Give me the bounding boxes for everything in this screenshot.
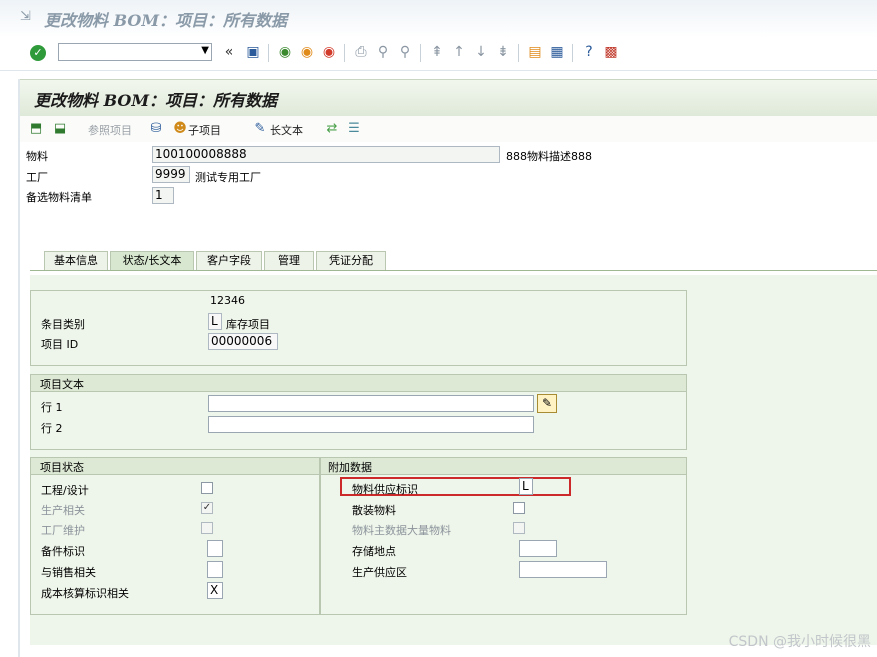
plant-maintenance-label: 工厂维护 [41,524,85,537]
item-info-group [30,290,687,366]
additional-data-title: 附加数据 [328,461,372,474]
tab-administration[interactable]: 管理 [264,251,314,270]
costing-relevant-label: 成本核算标识相关 [41,587,129,600]
new-session-icon[interactable]: ▤ [526,44,544,60]
item-number: 12346 [210,294,245,307]
previous-item-icon[interactable]: ⬒ [28,121,44,137]
first-page-icon[interactable]: ⇞ [428,44,446,60]
plant-field[interactable]: 9999 [152,166,190,183]
title-bar: ⇲ 更改物料 BOM：项目：所有数据 [0,0,877,38]
structure-icon[interactable]: ☰ [346,121,362,137]
storage-location-label: 存储地点 [352,545,396,558]
plant-description: 测试专用工厂 [195,171,261,184]
material-label: 物料 [26,150,48,163]
line-2-label: 行 2 [41,422,63,435]
supply-area-label: 生产供应区 [352,566,407,579]
sub-item-button[interactable]: 子项目 [188,122,221,138]
bulk-material-checkbox[interactable] [513,502,525,514]
toolbar-separator [268,44,269,62]
toolbar-separator [518,44,519,62]
engineering-checkbox[interactable] [201,482,213,494]
layout-icon[interactable]: ▩ [602,44,620,60]
bulk-master-checkbox [513,522,525,534]
spare-part-label: 备件标识 [41,545,85,558]
find-icon[interactable]: ⚲ [374,44,392,60]
material-description: 888物料描述888 [506,150,592,163]
enter-icon[interactable]: ✓ [30,45,46,61]
spare-part-field[interactable] [207,540,223,557]
group-header [321,458,686,475]
menu-exit-icon[interactable]: ⇲ [20,10,34,24]
engineering-label: 工程/设计 [41,484,89,497]
sales-relevant-label: 与销售相关 [41,566,96,579]
cancel-icon[interactable]: ◉ [320,44,338,60]
item-category-description: 库存项目 [226,318,270,331]
application-toolbar: ⬒ ⬓ 参照项目 ⛁ ☻ 子项目 ✎ 长文本 ⇄ ☰ [20,116,877,142]
tab-basic-info[interactable]: 基本信息 [44,251,108,270]
tab-status-long-text[interactable]: 状态/长文本 [110,251,194,270]
long-text-button[interactable]: 长文本 [270,122,303,138]
stack-icon[interactable]: ⛁ [148,121,164,137]
item-text-group [30,374,687,450]
material-field[interactable]: 100100008888 [152,146,500,163]
line-1-input[interactable] [208,395,534,412]
tab-document-assignment[interactable]: 凭证分配 [316,251,386,270]
exit-icon[interactable]: ◉ [298,44,316,60]
line-2-input[interactable] [208,416,534,433]
window-edge [18,79,20,657]
prev-page-icon[interactable]: ↑ [450,44,468,60]
material-provision-label: 物料供应标识 [352,483,418,496]
next-item-icon[interactable]: ⬓ [52,121,68,137]
tab-strip-line [30,270,877,271]
last-page-icon[interactable]: ⇟ [494,44,512,60]
print-icon[interactable]: ⎙ [352,44,370,60]
edit-long-text-icon[interactable]: ✎ [537,394,557,413]
item-status-title: 项目状态 [40,461,84,474]
transport-icon[interactable]: ⇄ [324,121,340,137]
shortcut-icon[interactable]: ▦ [548,44,566,60]
watermark: CSDN @我小时候很黑 [728,634,871,650]
plant-maintenance-checkbox [201,522,213,534]
bulk-material-label: 散装物料 [352,504,396,517]
item-id-field[interactable]: 00000006 [208,333,278,350]
material-provision-field[interactable]: L [519,478,533,495]
group-header [31,375,686,392]
plant-label: 工厂 [26,171,48,184]
reference-item-button[interactable]: 参照项目 [88,122,132,138]
back-icon[interactable]: ◉ [276,44,294,60]
window-title: 更改物料 BOM：项目：所有数据 [44,11,288,30]
alt-bom-field[interactable]: 1 [152,187,174,204]
sub-item-icon[interactable]: ☻ [172,121,188,137]
toolbar-separator [344,44,345,62]
alt-bom-label: 备选物料清单 [26,191,92,204]
help-icon[interactable]: ? [580,44,598,60]
toolbar-separator [420,44,421,62]
costing-relevant-field[interactable]: X [207,582,223,599]
production-relevant-checkbox: ✓ [201,502,213,514]
collapse-icon[interactable]: « [220,44,238,60]
command-field[interactable]: ▼ [58,43,212,61]
production-relevant-label: 生产相关 [41,504,85,517]
chevron-down-icon[interactable]: ▼ [201,45,209,56]
item-category-label: 条目类别 [41,318,85,331]
sales-relevant-field[interactable] [207,561,223,578]
storage-location-field[interactable] [519,540,557,557]
find-next-icon[interactable]: ⚲ [396,44,414,60]
save-icon[interactable]: ▣ [244,44,262,60]
item-category-field[interactable]: L [208,313,222,330]
line-1-label: 行 1 [41,401,63,414]
screen-header: 更改物料 BOM：项目：所有数据 [20,79,877,117]
screen-title: 更改物料 BOM：项目：所有数据 [34,91,278,110]
item-text-title: 项目文本 [40,378,84,391]
item-id-label: 项目 ID [41,338,79,351]
supply-area-field[interactable] [519,561,607,578]
long-text-icon[interactable]: ✎ [252,121,268,137]
toolbar-separator [572,44,573,62]
tab-customer-fields[interactable]: 客户字段 [196,251,262,270]
next-page-icon[interactable]: ↓ [472,44,490,60]
bulk-master-label: 物料主数据大量物料 [352,524,451,537]
